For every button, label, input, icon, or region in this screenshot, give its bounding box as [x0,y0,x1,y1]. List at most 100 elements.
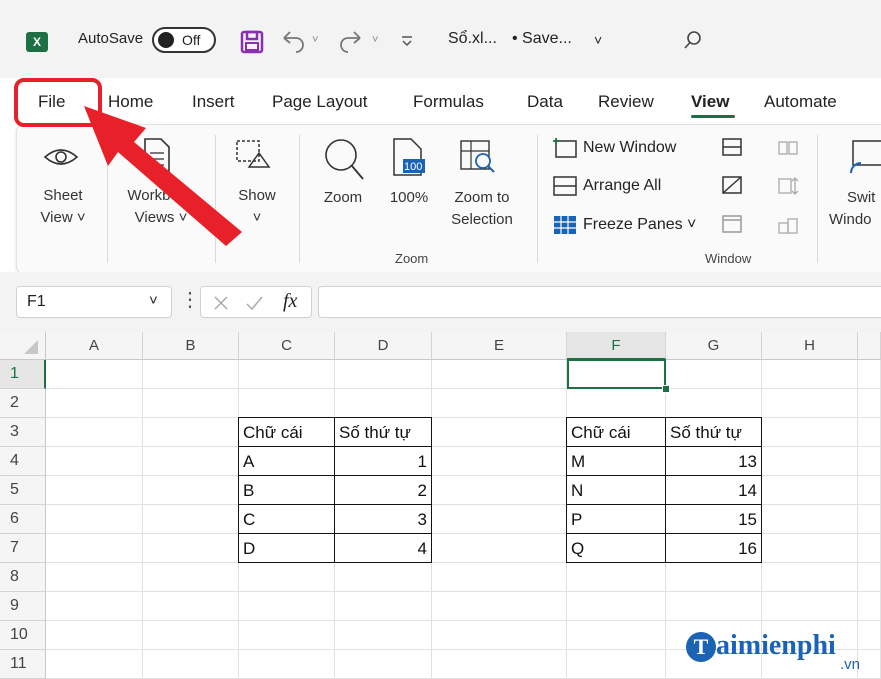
active-cell-f1[interactable] [567,359,666,389]
grid-cell[interactable] [46,476,143,505]
table1-data-cell[interactable]: B [238,475,335,505]
grid-cell[interactable] [567,621,666,650]
grid-cell[interactable] [762,592,858,621]
grid-cell[interactable] [46,563,143,592]
show-button[interactable]: Show ˅ [221,185,293,229]
zoom-to-selection-button[interactable]: Zoom to Selection [439,187,525,231]
grid-cell[interactable] [858,447,881,476]
grid-cell[interactable] [143,534,239,563]
grid-cell[interactable] [143,476,239,505]
grid-cell[interactable] [239,389,335,418]
grid-cell[interactable] [858,592,881,621]
search-icon[interactable] [682,29,704,51]
arrange-all-button[interactable]: Arrange All [583,177,661,195]
freeze-panes-button[interactable]: Freeze Panes ˅ [583,216,696,234]
grid-cell[interactable] [335,563,432,592]
table2-header-cell[interactable]: Chữ cái [566,417,666,447]
grid-cell[interactable] [143,360,239,389]
split-icon[interactable] [721,137,743,157]
switch-windows-button[interactable]: Swit Windo [825,187,881,231]
grid-cell[interactable] [46,360,143,389]
grid-cell[interactable] [143,621,239,650]
grid-cell[interactable] [432,592,567,621]
table1-data-cell[interactable]: A [238,446,335,476]
tab-formulas[interactable]: Formulas [413,92,484,112]
grid-cell[interactable] [762,389,858,418]
grid-cell[interactable] [46,505,143,534]
grid-cell[interactable] [335,650,432,679]
workbook-views-button[interactable]: Workbook Views ˅ [111,185,211,229]
new-window-button[interactable]: New Window [583,139,676,157]
column-header-h[interactable]: H [762,332,858,360]
grid-cell[interactable] [762,418,858,447]
grid-cell[interactable] [858,389,881,418]
table1-data-cell[interactable]: 3 [334,504,432,534]
grid-cell[interactable] [143,418,239,447]
grid-cell[interactable] [858,476,881,505]
table1-data-cell[interactable]: D [238,533,335,563]
grid-cell[interactable] [666,592,762,621]
column-header-f[interactable]: F [567,332,666,360]
grid-cell[interactable] [143,650,239,679]
customize-toolbar-icon[interactable] [400,34,414,48]
sheet-view-button[interactable]: Sheet View ˅ [23,185,103,229]
grid-cell[interactable] [762,505,858,534]
table2-data-cell[interactable]: M [566,446,666,476]
grid-cell[interactable] [432,360,567,389]
grid-cell[interactable] [432,621,567,650]
table1-data-cell[interactable]: C [238,504,335,534]
insert-function-icon[interactable]: fx [283,290,297,313]
grid-cell[interactable] [143,389,239,418]
grid-cell[interactable] [858,418,881,447]
grid-cell[interactable] [762,447,858,476]
grid-cell[interactable] [46,650,143,679]
name-box[interactable]: F1 ˅ [16,286,172,318]
filename-dropdown-icon[interactable]: ˅ [594,32,602,48]
undo-icon[interactable] [280,30,306,53]
tab-view[interactable]: View [691,92,729,112]
grid-cell[interactable] [46,621,143,650]
row-header-7[interactable]: 7 [0,534,46,563]
grid-cell[interactable] [666,389,762,418]
table2-data-cell[interactable]: 15 [665,504,762,534]
tab-insert[interactable]: Insert [192,92,235,112]
grid-cell[interactable] [567,650,666,679]
tab-data[interactable]: Data [527,92,563,112]
tab-review[interactable]: Review [598,92,654,112]
grid-cell[interactable] [432,389,567,418]
table2-data-cell[interactable]: P [566,504,666,534]
zoom-100-button[interactable]: 100% [381,187,437,209]
grid-cell[interactable] [239,563,335,592]
cancel-icon[interactable] [213,295,229,311]
row-header-9[interactable]: 9 [0,592,46,621]
grid-cell[interactable] [143,505,239,534]
grid-cell[interactable] [46,592,143,621]
grid-cell[interactable] [858,534,881,563]
grid-cell[interactable] [762,360,858,389]
table2-data-cell[interactable]: N [566,475,666,505]
redo-icon[interactable] [338,30,364,53]
grid-cell[interactable] [143,563,239,592]
autosave-toggle[interactable]: Off [152,27,216,53]
grid-cell[interactable] [762,534,858,563]
synchronous-scrolling-icon[interactable] [777,176,799,196]
save-status[interactable]: • Save... [512,30,572,48]
enter-check-icon[interactable] [245,295,263,311]
grid-cell[interactable] [46,389,143,418]
grid-cell[interactable] [432,505,567,534]
reset-window-position-icon[interactable] [777,215,799,235]
grid-cell[interactable] [239,592,335,621]
grid-cell[interactable] [335,389,432,418]
formula-bar-grip-icon[interactable]: ⋮ [180,287,200,312]
column-header-e[interactable]: E [432,332,567,360]
row-header-6[interactable]: 6 [0,505,46,534]
grid-cell[interactable] [239,621,335,650]
select-all-corner[interactable] [0,332,46,360]
row-header-10[interactable]: 10 [0,621,46,650]
grid-cell[interactable] [567,592,666,621]
table1-data-cell[interactable]: 1 [334,446,432,476]
column-header-d[interactable]: D [335,332,432,360]
column-header-c[interactable]: C [239,332,335,360]
grid-cell[interactable] [432,534,567,563]
tab-home[interactable]: Home [108,92,153,112]
